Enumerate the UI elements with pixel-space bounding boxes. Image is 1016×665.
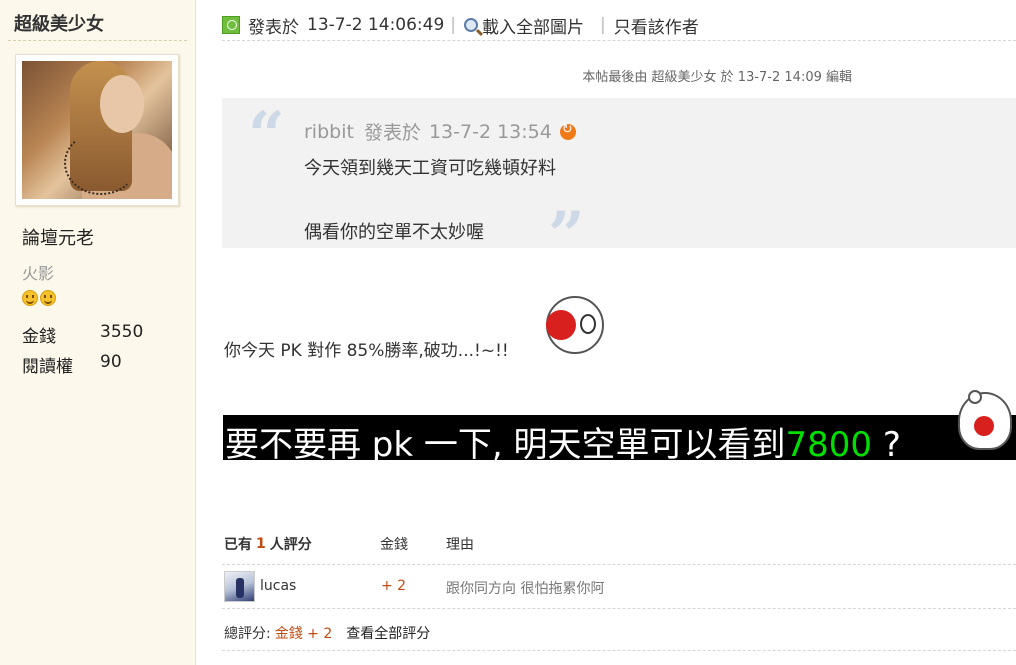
rating-col-reason: 理由	[446, 537, 474, 553]
quote-text: 偶看你的空單不太妙喔	[304, 222, 484, 243]
total-label: 總評分:	[224, 626, 271, 642]
avatar-frame	[15, 54, 179, 206]
ear-shape	[968, 390, 982, 404]
user-rank: 論壇元老	[22, 228, 94, 249]
stat-value: 90	[100, 352, 122, 372]
rating-divider	[222, 564, 1016, 565]
rater-reason: 跟你同方向 很怕拖累你阿	[446, 581, 605, 597]
stat-money: 金錢 3550	[22, 322, 143, 347]
big-text-highlight: 7800	[785, 425, 873, 465]
quote-meta: ribbit 發表於 13-7-2 13:54	[304, 118, 576, 145]
author-name[interactable]: 超級美少女	[14, 10, 104, 36]
quote-posted-label: 發表於	[363, 122, 421, 144]
rater-name[interactable]: lucas	[260, 578, 296, 594]
online-status-icon	[222, 16, 240, 34]
stat-read-permission: 閱讀權 90	[22, 352, 122, 377]
separator: |	[450, 15, 457, 35]
rater-avatar[interactable]	[224, 571, 255, 602]
highlighted-text: 要不要再 pk 一下, 明天空單可以看到7800 ?	[225, 417, 901, 466]
stat-label: 閱讀權	[22, 357, 73, 377]
header-divider	[222, 40, 1016, 41]
load-all-images-link[interactable]: 載入全部圖片	[482, 13, 584, 38]
big-text-suffix: ?	[872, 425, 901, 465]
rating-col-money: 金錢	[380, 537, 408, 553]
user-rank-sub: 火影	[22, 264, 55, 283]
posted-time: 13-7-2 14:06:49	[307, 15, 445, 35]
rater-money: + 2	[381, 578, 407, 594]
avatar-necklace	[64, 131, 138, 195]
quote-block: “ ribbit 發表於 13-7-2 13:54 今天領到幾天工資可吃幾頓好料…	[222, 98, 1016, 273]
shouting-emoticon-icon	[958, 390, 1012, 450]
highlighted-text-block: 要不要再 pk 一下, 明天空單可以看到7800 ?	[223, 415, 1016, 465]
rank-stars	[22, 290, 56, 306]
rating-suffix: 人評分	[269, 537, 312, 553]
quote-time: 13-7-2 13:54	[428, 120, 552, 143]
glove-shape	[546, 310, 576, 340]
rating-divider	[222, 650, 1016, 651]
post-text: 你今天 PK 對作 85%勝率,破功...!~!!	[224, 341, 509, 361]
mouth-shape	[974, 416, 994, 436]
rating-header: 已有 1 人評分	[224, 534, 312, 554]
quote-open-icon: “	[248, 98, 285, 173]
avatar[interactable]	[22, 61, 172, 199]
smiley-icon	[22, 290, 38, 306]
author-panel: 超級美少女 論壇元老 火影 金錢 3550 閱讀權 90	[0, 0, 196, 665]
post-header: 發表於 13-7-2 14:06:49 | 載入全部圖片 | 只看該作者	[222, 10, 1016, 40]
jump-to-post-icon[interactable]	[559, 122, 576, 140]
edit-note: 本帖最後由 超級美少女 於 13-7-2 14:09 編輯	[582, 70, 852, 85]
magnifier-icon	[464, 18, 479, 32]
quote-text: 今天領到幾天工資可吃幾頓好料	[304, 158, 556, 179]
smiley-icon	[40, 290, 56, 306]
stat-label: 金錢	[22, 327, 56, 347]
quote-author: ribbit	[304, 120, 354, 143]
rating-prefix: 已有	[224, 537, 252, 553]
author-only-link[interactable]: 只看該作者	[614, 13, 699, 38]
rating-count: 1	[256, 536, 266, 552]
boxing-emoticon-icon	[546, 296, 604, 354]
stat-value: 3550	[100, 322, 144, 342]
eye-shape	[580, 314, 596, 334]
quote-close-icon: ”	[548, 198, 585, 273]
avatar-face	[100, 75, 144, 133]
rating-total: 總評分: 金錢 + 2 查看全部評分	[224, 623, 430, 643]
divider	[8, 40, 187, 41]
posted-label: 發表於	[248, 17, 299, 38]
total-value: 金錢 + 2	[274, 626, 333, 642]
view-all-ratings-link[interactable]: 查看全部評分	[346, 623, 430, 643]
separator: |	[600, 15, 606, 35]
big-text-prefix: 要不要再 pk 一下, 明天空單可以看到	[225, 425, 786, 465]
rating-divider	[222, 608, 1016, 609]
